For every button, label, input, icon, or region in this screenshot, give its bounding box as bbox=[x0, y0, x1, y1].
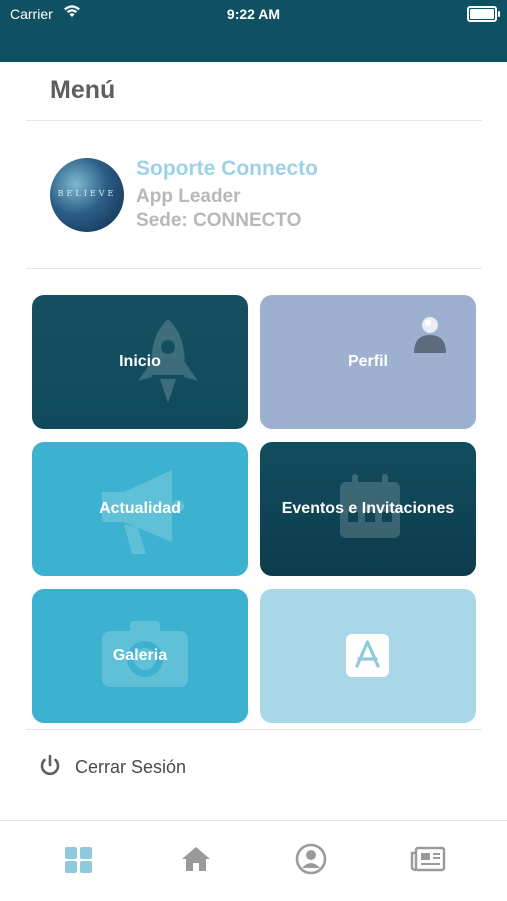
avatar-text: BELIEVE bbox=[57, 189, 117, 198]
tab-bar bbox=[0, 820, 507, 901]
tile-galeria[interactable]: Galeria bbox=[32, 589, 248, 723]
power-icon bbox=[38, 754, 62, 783]
avatar[interactable]: BELIEVE bbox=[50, 158, 124, 232]
tile-inicio[interactable]: Inicio bbox=[32, 295, 248, 429]
tile-label: Eventos e Invitaciones bbox=[281, 500, 455, 517]
divider bbox=[26, 120, 482, 121]
tile-actualidad[interactable]: Actualidad bbox=[32, 442, 248, 576]
tile-label: Perfil bbox=[347, 353, 388, 370]
logout-label: Cerrar Sesión bbox=[75, 757, 187, 777]
profile-name: Soporte Connecto bbox=[136, 157, 318, 180]
tile-app-store[interactable] bbox=[260, 589, 476, 723]
user-circle-icon[interactable] bbox=[295, 843, 329, 877]
app-store-icon bbox=[346, 634, 389, 682]
tile-label: Inicio bbox=[119, 353, 161, 370]
home-icon[interactable] bbox=[180, 843, 214, 877]
tile-perfil[interactable]: Perfil bbox=[260, 295, 476, 429]
grid-icon[interactable] bbox=[63, 843, 97, 877]
page-title: Menú bbox=[50, 76, 116, 104]
profile-role: App Leader bbox=[136, 186, 241, 207]
newspaper-icon[interactable] bbox=[410, 843, 446, 877]
battery-icon bbox=[467, 6, 500, 22]
tile-eventos-invitaciones[interactable]: Eventos e Invitaciones bbox=[260, 442, 476, 576]
tile-label: Galeria bbox=[112, 647, 168, 664]
logout-button[interactable]: Cerrar Sesión bbox=[38, 754, 238, 782]
tile-label: Actualidad bbox=[99, 500, 181, 517]
profile-sede: Sede: CONNECTO bbox=[136, 210, 302, 231]
status-bar: Carrier 9:22 AM bbox=[0, 0, 507, 62]
status-time: 9:22 AM bbox=[226, 6, 281, 22]
divider bbox=[26, 268, 482, 269]
divider bbox=[26, 729, 482, 730]
